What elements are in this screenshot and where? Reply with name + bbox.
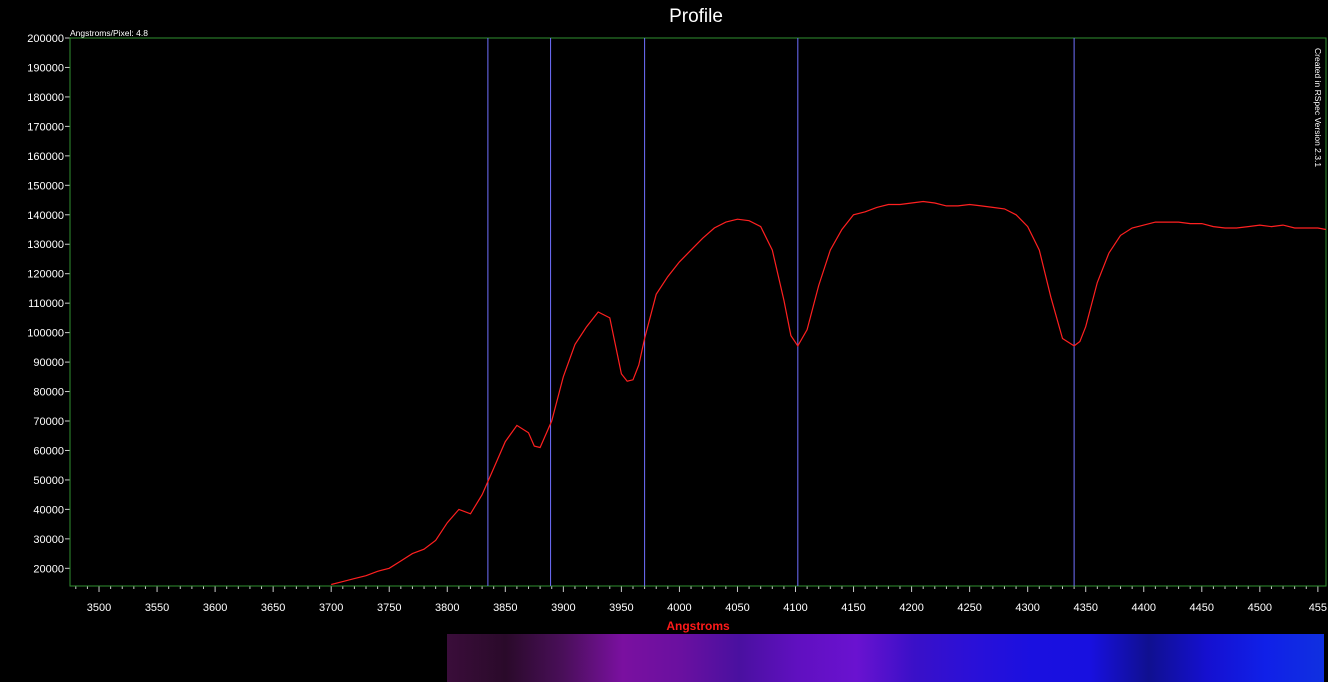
y-tick-label: 60000	[33, 445, 64, 457]
y-tick-label: 180000	[27, 92, 64, 104]
y-tick-label: 20000	[33, 563, 64, 575]
y-tick-label: 80000	[33, 387, 64, 399]
x-tick-label: 3900	[551, 602, 575, 614]
y-tick-label: 160000	[27, 151, 64, 163]
x-tick-label: 4300	[1015, 602, 1039, 614]
scale-note: Angstroms/Pixel: 4.8	[70, 28, 148, 38]
y-tick-label: 140000	[27, 210, 64, 222]
spectrum-strip	[447, 634, 1324, 682]
chart-title: Profile	[669, 6, 723, 27]
x-tick-label: 3950	[609, 602, 633, 614]
y-tick-label: 200000	[27, 33, 64, 45]
y-tick-label: 100000	[27, 328, 64, 340]
x-tick-label: 4350	[1073, 602, 1097, 614]
profile-line	[331, 200, 1327, 586]
x-tick-label: 4150	[841, 602, 865, 614]
y-tick-label: 150000	[27, 180, 64, 192]
y-tick-label: 50000	[33, 475, 64, 487]
x-tick-label: 3850	[493, 602, 517, 614]
x-tick-label: 3750	[377, 602, 401, 614]
x-tick-label: 3800	[435, 602, 459, 614]
watermark-text: Created in RSpec Version 2.3.1	[1313, 48, 1323, 167]
y-tick-label: 30000	[33, 534, 64, 546]
x-tick-label: 4250	[957, 602, 981, 614]
plot-frame	[69, 37, 1327, 587]
x-tick-label: 3700	[319, 602, 343, 614]
x-tick-label: 455	[1309, 602, 1327, 614]
x-tick-label: 4400	[1132, 602, 1156, 614]
x-tick-label: 3550	[145, 602, 169, 614]
y-tick-label: 110000	[28, 298, 64, 310]
x-tick-label: 4450	[1190, 602, 1214, 614]
profile-chart: Profile Angstroms/Pixel: 4.8 20000 30000 4…	[27, 6, 1327, 682]
x-tick-label: 4100	[783, 602, 807, 614]
y-tick-label: 190000	[27, 62, 64, 74]
y-axis: 20000 30000 40000 50000 60000 70000 80000 90000…	[27, 33, 70, 575]
x-axis: 3500 3550 3600 3650 3700 3750 3800 3850 3900 3950…	[75, 586, 1327, 614]
marker-lines	[487, 38, 1075, 586]
x-tick-label: 3650	[261, 602, 285, 614]
x-tick-label: 4200	[899, 602, 923, 614]
y-tick-label: 70000	[33, 416, 64, 428]
x-tick-label: 3600	[203, 602, 227, 614]
y-tick-label: 120000	[27, 269, 64, 281]
x-tick-label: 3500	[87, 602, 111, 614]
x-tick-label: 4050	[725, 602, 749, 614]
y-tick-label: 90000	[33, 357, 64, 369]
y-tick-label: 40000	[33, 504, 64, 516]
x-axis-label: Angstroms	[666, 619, 730, 633]
x-tick-label: 4000	[667, 602, 691, 614]
y-tick-label: 170000	[27, 121, 64, 133]
y-tick-label: 130000	[27, 239, 64, 251]
x-tick-label: 4500	[1248, 602, 1272, 614]
